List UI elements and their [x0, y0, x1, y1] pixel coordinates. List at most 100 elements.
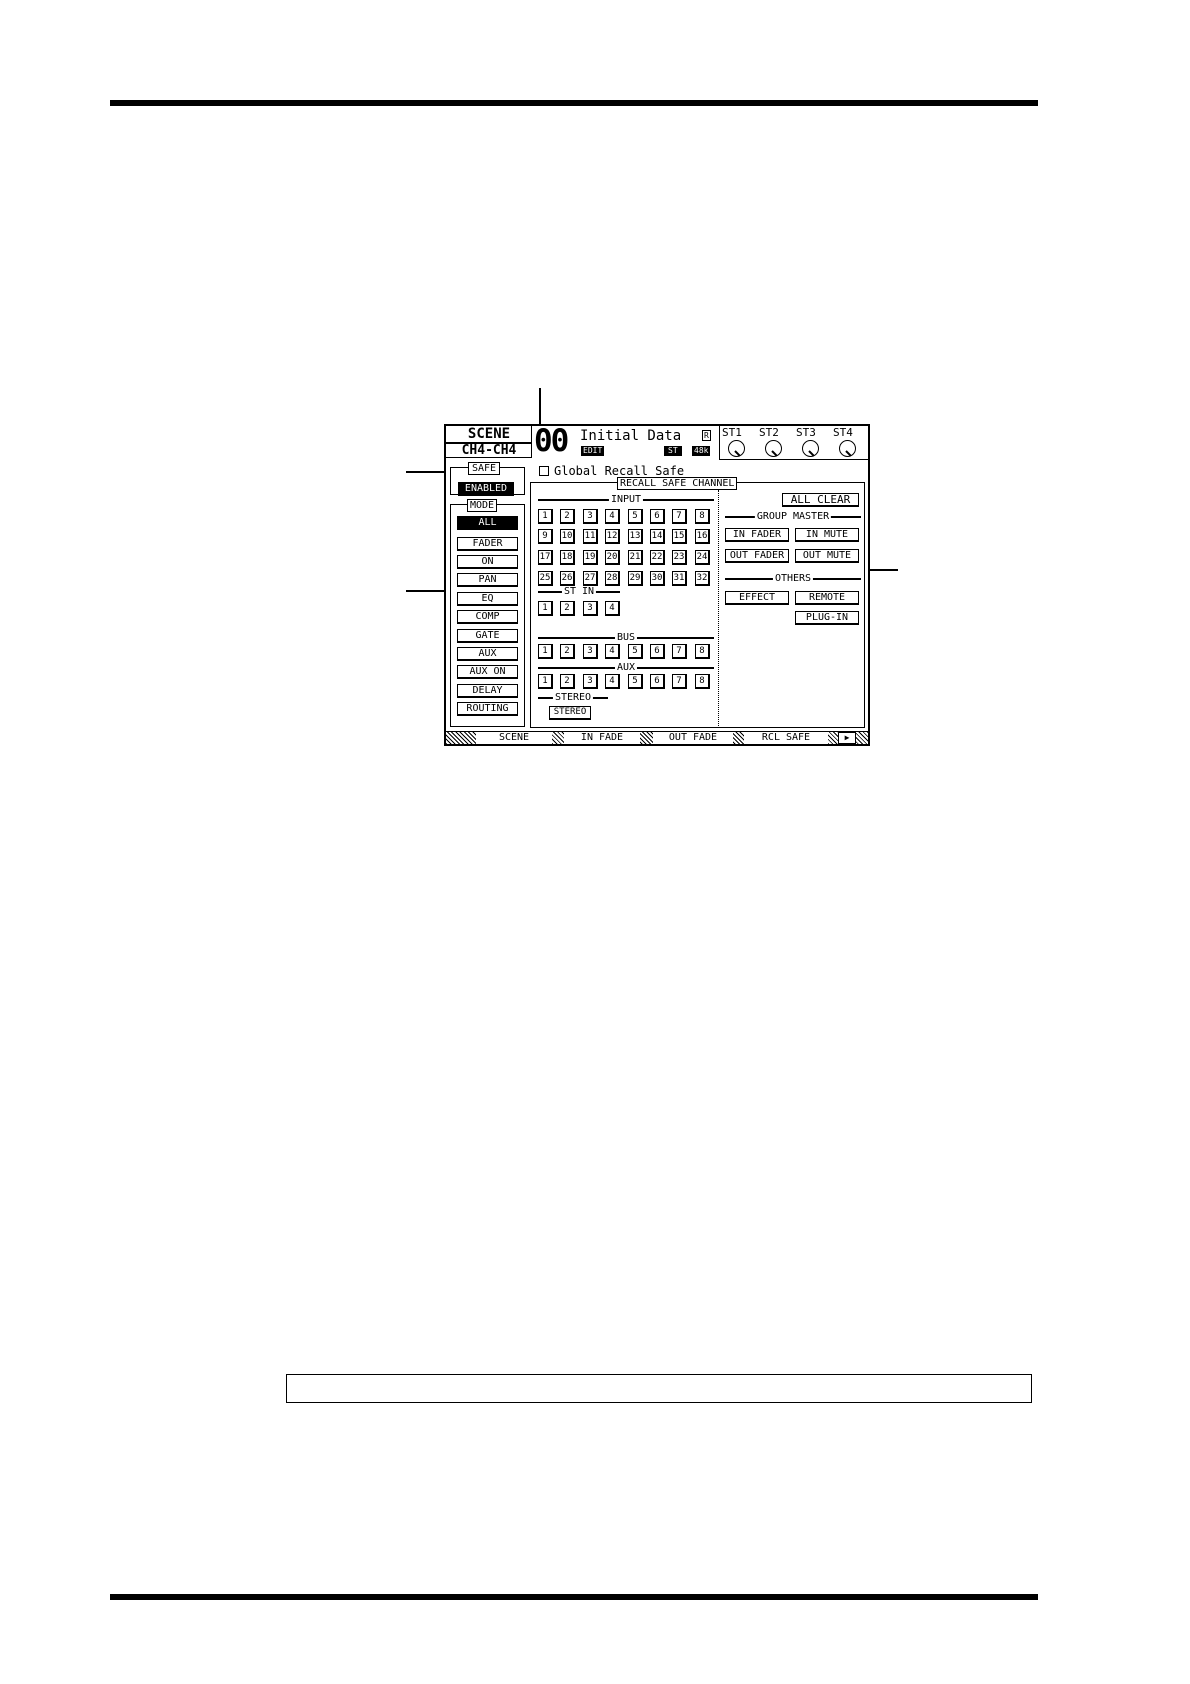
note-box	[286, 1374, 1032, 1403]
global-recall-safe-checkbox[interactable]	[539, 466, 549, 476]
aux-channel-button[interactable]: 3	[583, 674, 598, 689]
others-section-header: OTHERS	[725, 573, 861, 585]
input-channel-button[interactable]: 28	[605, 571, 620, 586]
aux-section-header: AUX	[538, 662, 714, 674]
enabled-button[interactable]: ENABLED	[458, 482, 514, 496]
aux-channel-button[interactable]: 8	[695, 674, 710, 689]
input-channel-button[interactable]: 22	[650, 550, 665, 565]
st-in-section-header: ST IN	[538, 586, 620, 598]
input-section-header: INPUT	[538, 494, 714, 506]
mode-button-all[interactable]: ALL	[457, 516, 518, 530]
bus-channel-button[interactable]: 4	[605, 644, 620, 659]
input-channel-button[interactable]: 30	[650, 571, 665, 586]
tab-rcl-safe[interactable]: RCL SAFE	[744, 732, 828, 744]
all-clear-button[interactable]: ALL CLEAR	[782, 493, 859, 507]
st1-knob[interactable]	[728, 440, 745, 457]
out-fader-button[interactable]: OUT FADER	[725, 549, 789, 563]
mode-button-aux[interactable]: AUX	[457, 647, 518, 661]
plug-in-button[interactable]: PLUG-IN	[795, 611, 859, 625]
mode-button-eq[interactable]: EQ	[457, 592, 518, 606]
stereo-button[interactable]: STEREO	[549, 706, 591, 720]
input-channel-button[interactable]: 26	[560, 571, 575, 586]
input-channel-button[interactable]: 29	[628, 571, 643, 586]
input-channel-button[interactable]: 18	[560, 550, 575, 565]
bus-channel-button[interactable]: 6	[650, 644, 665, 659]
st-badge: ST	[664, 446, 682, 456]
input-channel-button[interactable]: 23	[672, 550, 687, 565]
st-knob-area: ST1 ST2 ST3 ST4	[719, 426, 870, 460]
st1-label: ST1	[722, 426, 742, 439]
input-channel-button[interactable]: 12	[605, 529, 620, 544]
top-rule	[110, 100, 1038, 106]
aux-channel-button[interactable]: 4	[605, 674, 620, 689]
input-channel-button[interactable]: 17	[538, 550, 553, 565]
mode-button-fader[interactable]: FADER	[457, 537, 518, 551]
in-fader-button[interactable]: IN FADER	[725, 528, 789, 542]
tab-bar: SCENE IN FADE OUT FADE RCL SAFE ▶	[446, 731, 868, 744]
input-channel-button[interactable]: 15	[672, 529, 687, 544]
tab-in-fade[interactable]: IN FADE	[564, 732, 640, 744]
input-channel-button[interactable]: 3	[583, 509, 598, 524]
panel-divider	[718, 490, 719, 726]
mode-button-aux-on[interactable]: AUX ON	[457, 665, 518, 679]
st2-knob[interactable]	[765, 440, 782, 457]
mode-button-routing[interactable]: ROUTING	[457, 702, 518, 716]
bus-channel-button[interactable]: 5	[628, 644, 643, 659]
input-channel-button[interactable]: 20	[605, 550, 620, 565]
aux-channel-button[interactable]: 5	[628, 674, 643, 689]
remote-button[interactable]: REMOTE	[795, 591, 859, 605]
bus-channel-button[interactable]: 2	[560, 644, 575, 659]
scene-title: Initial Data	[580, 428, 682, 444]
input-channel-button[interactable]: 21	[628, 550, 643, 565]
input-channel-button[interactable]: 11	[583, 529, 598, 544]
aux-channel-button[interactable]: 6	[650, 674, 665, 689]
effect-button[interactable]: EFFECT	[725, 591, 789, 605]
mode-button-delay[interactable]: DELAY	[457, 684, 518, 698]
tab-next-arrow[interactable]: ▶	[838, 732, 856, 744]
mode-button-comp[interactable]: COMP	[457, 610, 518, 624]
st-in-channel-button[interactable]: 4	[605, 601, 620, 616]
mode-button-gate[interactable]: GATE	[457, 629, 518, 643]
aux-channel-button[interactable]: 2	[560, 674, 575, 689]
input-channel-button[interactable]: 14	[650, 529, 665, 544]
bus-section-header: BUS	[538, 632, 714, 644]
tab-out-fade[interactable]: OUT FADE	[653, 732, 733, 744]
bus-channel-button[interactable]: 7	[672, 644, 687, 659]
rate-badge: 48k	[692, 446, 711, 456]
mode-button-on[interactable]: ON	[457, 555, 518, 569]
input-channel-button[interactable]: 19	[583, 550, 598, 565]
st-in-channel-button[interactable]: 1	[538, 601, 553, 616]
aux-channel-button[interactable]: 7	[672, 674, 687, 689]
st-in-channel-button[interactable]: 3	[583, 601, 598, 616]
st3-knob[interactable]	[802, 440, 819, 457]
input-channel-button[interactable]: 7	[672, 509, 687, 524]
input-channel-button[interactable]: 10	[560, 529, 575, 544]
tab-scene[interactable]: SCENE	[476, 732, 552, 744]
st-in-channel-button[interactable]: 2	[560, 601, 575, 616]
bottom-rule	[110, 1594, 1038, 1600]
in-mute-button[interactable]: IN MUTE	[795, 528, 859, 542]
out-mute-button[interactable]: OUT MUTE	[795, 549, 859, 563]
input-channel-button[interactable]: 4	[605, 509, 620, 524]
bus-channel-button[interactable]: 3	[583, 644, 598, 659]
input-channel-button[interactable]: 6	[650, 509, 665, 524]
st4-knob[interactable]	[839, 440, 856, 457]
input-channel-button[interactable]: 9	[538, 529, 553, 544]
stereo-section-header: STEREO	[538, 692, 608, 704]
input-channel-button[interactable]: 25	[538, 571, 553, 586]
recall-safe-channel-title: RECALL SAFE CHANNEL	[617, 477, 738, 490]
input-channel-button[interactable]: 31	[672, 571, 687, 586]
input-channel-button[interactable]: 27	[583, 571, 598, 586]
mode-button-pan[interactable]: PAN	[457, 573, 518, 587]
input-channel-button[interactable]: 2	[560, 509, 575, 524]
bus-channel-button[interactable]: 1	[538, 644, 553, 659]
input-channel-button[interactable]: 8	[695, 509, 710, 524]
input-channel-button[interactable]: 1	[538, 509, 553, 524]
input-channel-button[interactable]: 13	[628, 529, 643, 544]
input-channel-button[interactable]: 16	[695, 529, 710, 544]
input-channel-button[interactable]: 32	[695, 571, 710, 586]
input-channel-button[interactable]: 5	[628, 509, 643, 524]
bus-channel-button[interactable]: 8	[695, 644, 710, 659]
input-channel-button[interactable]: 24	[695, 550, 710, 565]
aux-channel-button[interactable]: 1	[538, 674, 553, 689]
